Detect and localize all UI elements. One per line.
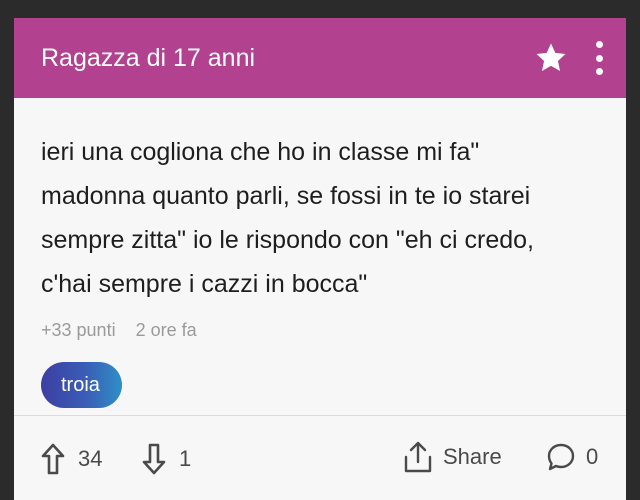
comment-count: 0 — [586, 444, 599, 469]
post-body: ieri una cogliona che ho in classe mi fa… — [14, 98, 626, 408]
share-button[interactable]: Share — [403, 440, 502, 474]
post-meta: +33 punti 2 ore fa — [41, 320, 600, 341]
comment-icon — [547, 443, 575, 471]
arrow-down-icon — [142, 443, 166, 475]
downvote-button[interactable]: 1 — [141, 442, 191, 476]
star-icon[interactable] — [534, 41, 568, 75]
upvote-button[interactable]: 34 — [40, 442, 102, 476]
arrow-up-icon — [41, 443, 65, 475]
post-footer: 34 1 Share 0 — [14, 416, 626, 500]
points-label: +33 punti — [41, 320, 116, 340]
comments-button[interactable]: 0 — [546, 442, 598, 472]
tag-chip[interactable]: troia — [41, 362, 122, 408]
post-header: Ragazza di 17 anni — [14, 18, 626, 98]
share-label: Share — [443, 444, 502, 469]
post-text: ieri una cogliona che ho in classe mi fa… — [41, 138, 534, 298]
timestamp-label: 2 ore fa — [135, 320, 197, 340]
upvote-count: 34 — [78, 446, 103, 471]
post-card: Ragazza di 17 anni ieri una cogliona che… — [14, 18, 626, 500]
more-vertical-icon[interactable] — [594, 41, 604, 75]
share-icon — [404, 441, 432, 473]
downvote-count: 1 — [179, 446, 192, 471]
post-author-title: Ragazza di 17 anni — [41, 43, 256, 72]
